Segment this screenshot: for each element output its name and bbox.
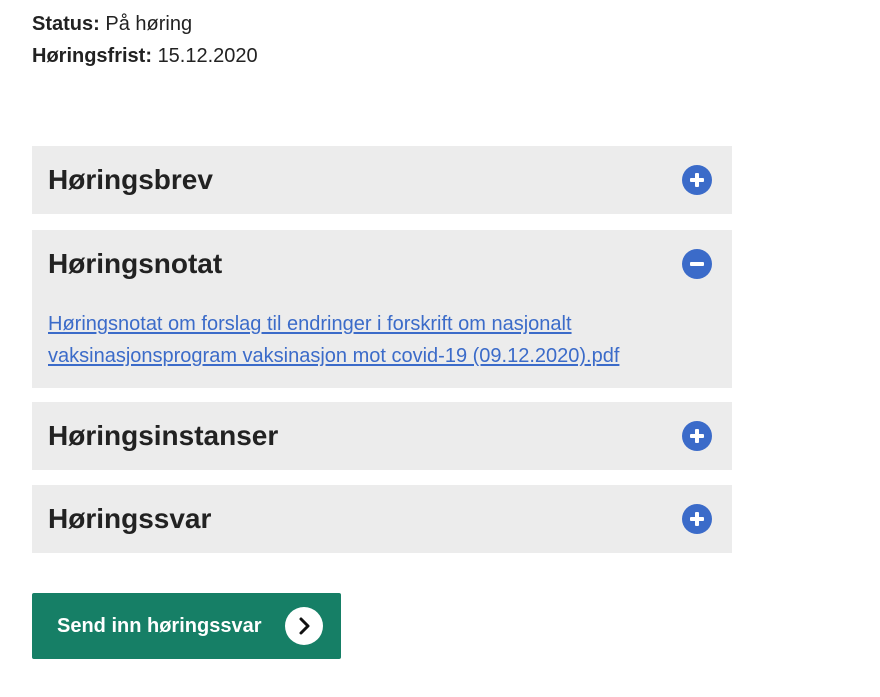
accordion-header-horingsinstanser[interactable]: Høringsinstanser	[32, 402, 732, 470]
status-value: På høring	[105, 13, 193, 35]
horingsnotat-pdf-link[interactable]: Høringsnotat om forslag til endringer i …	[48, 313, 619, 367]
deadline-value: 15.12.2020	[157, 45, 258, 67]
send-button-label: Send inn høringssvar	[57, 615, 262, 637]
accordion-horingssvar: Høringssvar	[32, 485, 732, 553]
plus-circle-icon[interactable]	[682, 421, 712, 451]
accordion-title: Høringsbrev	[48, 164, 213, 195]
chevron-right-icon	[285, 607, 323, 645]
accordion-body-horingsnotat: Høringsnotat om forslag til endringer i …	[32, 296, 732, 388]
link-text-line-1: Høringsnotat om forslag til endringer i …	[48, 313, 572, 335]
minus-circle-icon[interactable]	[682, 249, 712, 279]
accordion-horingsnotat: Høringsnotat Høringsnotat om forslag til…	[32, 230, 732, 388]
deadline-line: Høringsfrist: 15.12.2020	[32, 40, 258, 72]
plus-circle-icon[interactable]	[682, 504, 712, 534]
status-label: Status:	[32, 13, 100, 35]
deadline-label: Høringsfrist:	[32, 45, 152, 67]
plus-circle-icon[interactable]	[682, 165, 712, 195]
send-hearing-response-button[interactable]: Send inn høringssvar	[32, 593, 341, 659]
status-line: Status: På høring	[32, 8, 258, 40]
hearing-meta: Status: På høring Høringsfrist: 15.12.20…	[32, 8, 258, 72]
accordion-header-horingsnotat[interactable]: Høringsnotat	[32, 230, 732, 298]
accordion-title: Høringsnotat	[48, 248, 223, 279]
accordion-title: Høringsinstanser	[48, 420, 279, 451]
accordion-header-horingsbrev[interactable]: Høringsbrev	[32, 146, 732, 214]
accordion-title: Høringssvar	[48, 503, 212, 534]
accordion-horingsinstanser: Høringsinstanser	[32, 402, 732, 470]
accordion-horingsbrev: Høringsbrev	[32, 146, 732, 214]
link-text-line-2: vaksinasjonsprogram vaksinasjon mot covi…	[48, 345, 620, 367]
accordion-header-horingssvar[interactable]: Høringssvar	[32, 485, 732, 553]
